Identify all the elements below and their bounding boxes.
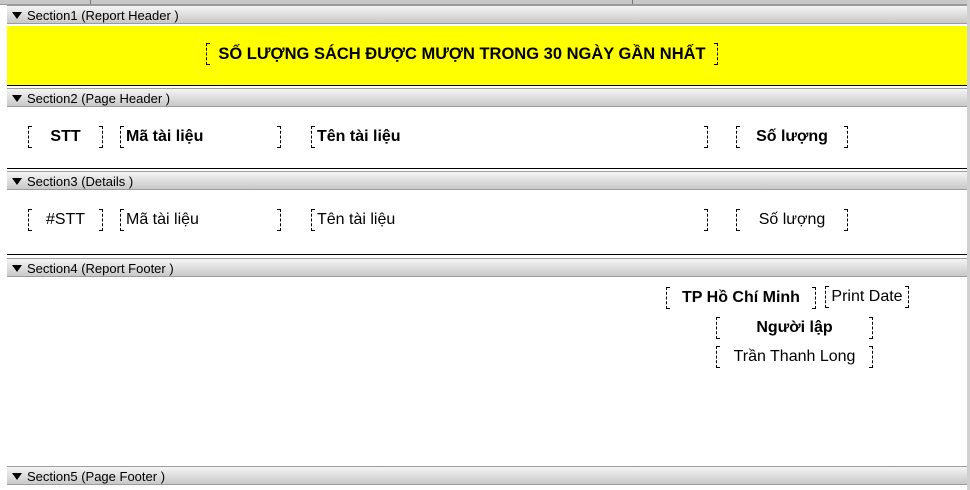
collapse-triangle-icon[interactable] [12,265,22,272]
section5-label: Section5 (Page Footer ) [27,469,166,484]
detail-ten-tai-lieu-field[interactable]: Tên tài liệu [311,209,708,231]
footer-city-text: TP Hồ Chí Minh [682,289,800,306]
print-date-field[interactable]: Print Date [825,286,909,308]
header-so-luong-field[interactable]: Số lượng [736,126,848,148]
collapse-triangle-icon[interactable] [12,95,22,102]
header-ten-tai-lieu-text: Tên tài liệu [317,128,401,145]
detail-stt-field[interactable]: #STT [28,209,103,231]
header-so-luong-text: Số lượng [756,128,828,145]
print-date-text: Print Date [831,288,903,305]
detail-so-luong-field[interactable]: Số lượng [736,209,848,231]
collapse-triangle-icon[interactable] [12,178,22,185]
section1-label: Section1 (Report Header ) [27,8,179,23]
collapse-triangle-icon[interactable] [12,12,22,19]
detail-stt-text: #STT [45,211,86,228]
report-title-field[interactable]: SỐ LƯỢNG SÁCH ĐƯỢC MƯỢN TRONG 30 NGÀY GẦ… [206,43,718,65]
creator-label-text: Người lập [756,319,833,336]
detail-ma-tai-lieu-field[interactable]: Mã tài liệu [120,209,281,231]
footer-city-field[interactable]: TP Hồ Chí Minh [666,287,816,309]
section2-label: Section2 (Page Header ) [27,91,171,106]
creator-name-field[interactable]: Trần Thanh Long [716,346,873,368]
detail-so-luong-text: Số lượng [758,211,826,228]
detail-ten-tai-lieu-text: Tên tài liệu [317,211,396,228]
section1-header[interactable]: Section1 (Report Header ) [7,5,967,24]
header-ma-tai-lieu-text: Mã tài liệu [126,128,204,145]
section-divider [7,168,967,169]
section2-header[interactable]: Section2 (Page Header ) [7,88,967,107]
report-title: SỐ LƯỢNG SÁCH ĐƯỢC MƯỢN TRONG 30 NGÀY GẦ… [218,45,706,63]
header-ten-tai-lieu-field[interactable]: Tên tài liệu [311,126,708,148]
section4-label: Section4 (Report Footer ) [27,261,174,276]
creator-name-text: Trần Thanh Long [733,348,856,365]
section3-label: Section3 (Details ) [27,174,134,189]
section-divider [7,254,967,255]
header-stt-field[interactable]: STT [28,126,103,148]
detail-ma-tai-lieu-text: Mã tài liệu [126,211,199,228]
collapse-triangle-icon[interactable] [12,473,22,480]
section4-header[interactable]: Section4 (Report Footer ) [7,258,967,277]
section3-header[interactable]: Section3 (Details ) [7,171,967,190]
section5-header[interactable]: Section5 (Page Footer ) [7,466,967,485]
header-ma-tai-lieu-field[interactable]: Mã tài liệu [120,126,281,148]
creator-label-field[interactable]: Người lập [716,317,873,339]
header-stt-text: STT [50,128,81,145]
